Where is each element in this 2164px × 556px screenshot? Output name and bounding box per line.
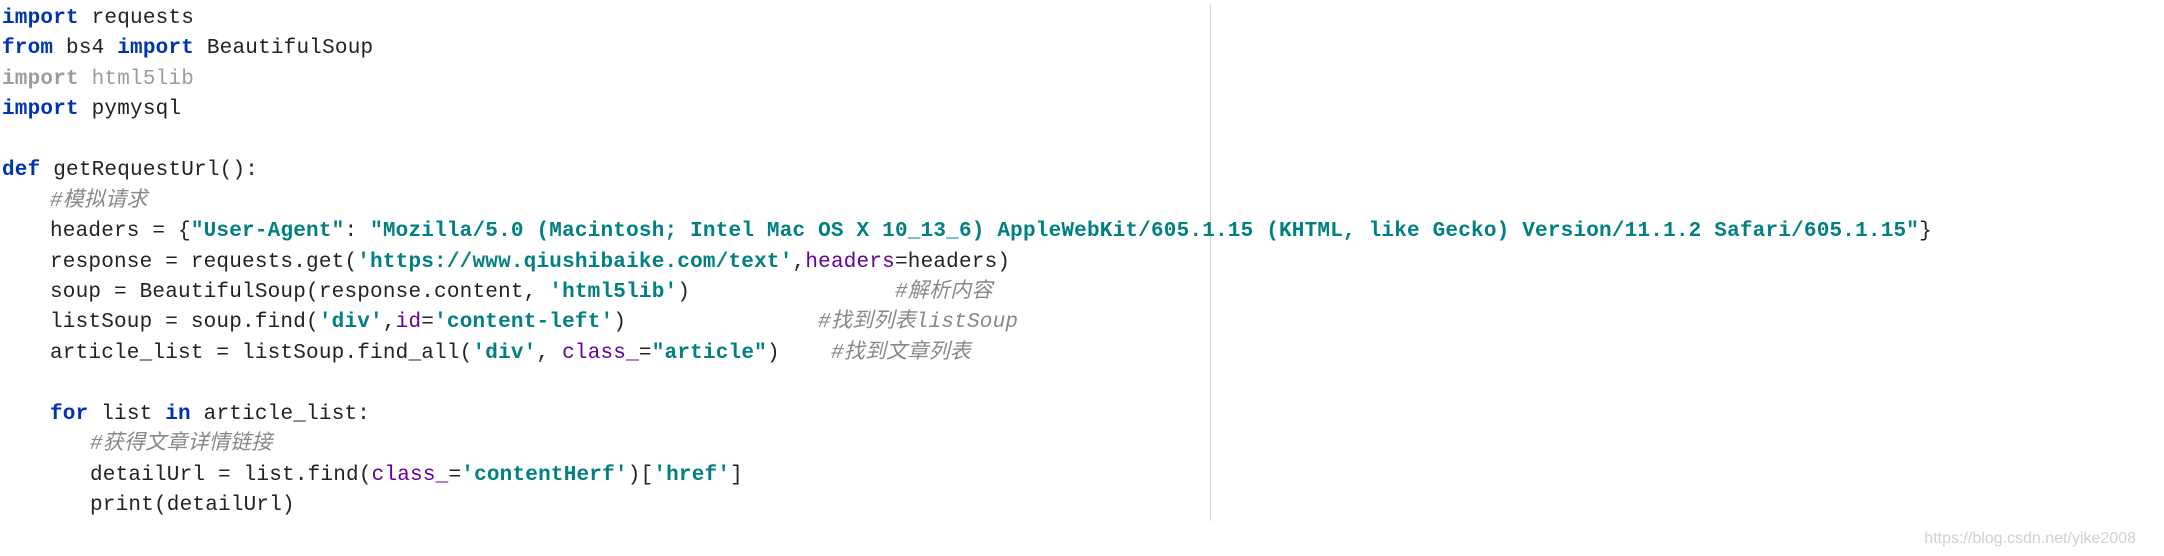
code-line-response[interactable]: response = requests.get('https://www.qiu…: [0, 248, 2164, 278]
keyword-def: def: [2, 159, 40, 182]
resp-comma: ,: [793, 251, 806, 274]
code-line-2[interactable]: from bs4 import BeautifulSoup: [0, 34, 2164, 64]
param-headers: headers: [805, 251, 895, 274]
code-line-articlelist[interactable]: article_list = listSoup.find_all('div', …: [0, 339, 2164, 369]
code-line-for[interactable]: for list in article_list:: [0, 400, 2164, 430]
listsoup-comma: ,: [383, 311, 396, 334]
param-id: id: [396, 311, 422, 334]
response-assign: response = requests.get(: [50, 251, 357, 274]
code-line-4[interactable]: import pymysql: [0, 95, 2164, 125]
code-line-3[interactable]: import html5lib: [0, 65, 2164, 95]
soup-assign: soup = BeautifulSoup(response.content,: [50, 281, 549, 304]
artlist-div: 'div': [472, 342, 536, 365]
comment-parse: #解析内容: [895, 281, 993, 304]
listsoup-assign: listSoup = soup.find(: [50, 311, 319, 334]
headers-colon: :: [344, 220, 370, 243]
watermark-text: https://blog.csdn.net/yike2008: [1924, 527, 2136, 550]
artlist-close: ): [767, 342, 780, 365]
listsoup-contentleft: 'content-left': [434, 311, 613, 334]
module-pymysql: pymysql: [92, 98, 182, 121]
def-parens: ():: [220, 159, 258, 182]
blank-line-1[interactable]: [0, 126, 2164, 156]
detail-eq: =: [448, 464, 461, 487]
headers-key: "User-Agent": [191, 220, 345, 243]
module-name: requests: [92, 7, 194, 30]
artlist-assign: article_list = listSoup.find_all(: [50, 342, 472, 365]
code-line-print[interactable]: print(detailUrl): [0, 491, 2164, 521]
function-name: getRequestUrl: [53, 159, 219, 182]
keyword-from: from: [2, 37, 53, 60]
comment-findarticle: #找到文章列表: [831, 342, 971, 365]
soup-parser: 'html5lib': [549, 281, 677, 304]
keyword-for: for: [50, 403, 88, 426]
detail-href: 'href': [653, 464, 730, 487]
listsoup-div: 'div': [319, 311, 383, 334]
for-iter: article_list:: [204, 403, 370, 426]
keyword-import-dim: import: [2, 68, 79, 91]
listsoup-eq: =: [421, 311, 434, 334]
print-call: print(detailUrl): [90, 494, 295, 517]
detail-contentherf: 'contentHerf': [461, 464, 627, 487]
class-beautifulsoup: BeautifulSoup: [207, 37, 373, 60]
blank-line-2[interactable]: [0, 369, 2164, 399]
code-line-soup[interactable]: soup = BeautifulSoup(response.content, '…: [0, 278, 2164, 308]
comment-listsoup-ident: listSoup: [916, 311, 1018, 334]
headers-close: }: [1919, 220, 1932, 243]
spacer: [780, 342, 831, 365]
code-line-comment-1[interactable]: #模拟请求: [0, 187, 2164, 217]
for-var: list: [101, 403, 152, 426]
comment-detail-link: #获得文章详情链接: [90, 433, 272, 456]
keyword-import-2: import: [117, 37, 194, 60]
code-line-1[interactable]: import requests: [0, 4, 2164, 34]
param-class: class_: [562, 342, 639, 365]
response-url: 'https://www.qiushibaike.com/text': [357, 251, 792, 274]
spacer: [626, 311, 818, 334]
spacer: [690, 281, 895, 304]
detail-bracket-open: )[: [628, 464, 654, 487]
module-html5lib: html5lib: [92, 68, 194, 91]
comment-findlist: #找到列表: [818, 311, 916, 334]
headers-value: "Mozilla/5.0 (Macintosh; Intel Mac OS X …: [370, 220, 1919, 243]
code-line-detailurl[interactable]: detailUrl = list.find(class_='contentHer…: [0, 461, 2164, 491]
detail-bracket-close: ]: [730, 464, 743, 487]
detailurl-assign: detailUrl = list.find(: [90, 464, 372, 487]
code-line-comment-detail[interactable]: #获得文章详情链接: [0, 430, 2164, 460]
code-line-def[interactable]: def getRequestUrl():: [0, 156, 2164, 186]
code-line-headers[interactable]: headers = {"User-Agent": "Mozilla/5.0 (M…: [0, 217, 2164, 247]
comment-simulate-request: #模拟请求: [50, 190, 148, 213]
keyword-import-4: import: [2, 98, 79, 121]
resp-eq: =headers): [895, 251, 1010, 274]
headers-assign: headers = {: [50, 220, 191, 243]
keyword-import: import: [2, 7, 79, 30]
soup-close: ): [677, 281, 690, 304]
artlist-comma: ,: [536, 342, 562, 365]
keyword-in: in: [165, 403, 191, 426]
module-bs4: bs4: [66, 37, 104, 60]
listsoup-close: ): [613, 311, 626, 334]
artlist-eq: =: [639, 342, 652, 365]
code-line-listsoup[interactable]: listSoup = soup.find('div',id='content-l…: [0, 308, 2164, 338]
artlist-article: "article": [652, 342, 767, 365]
param-class-2: class_: [372, 464, 449, 487]
